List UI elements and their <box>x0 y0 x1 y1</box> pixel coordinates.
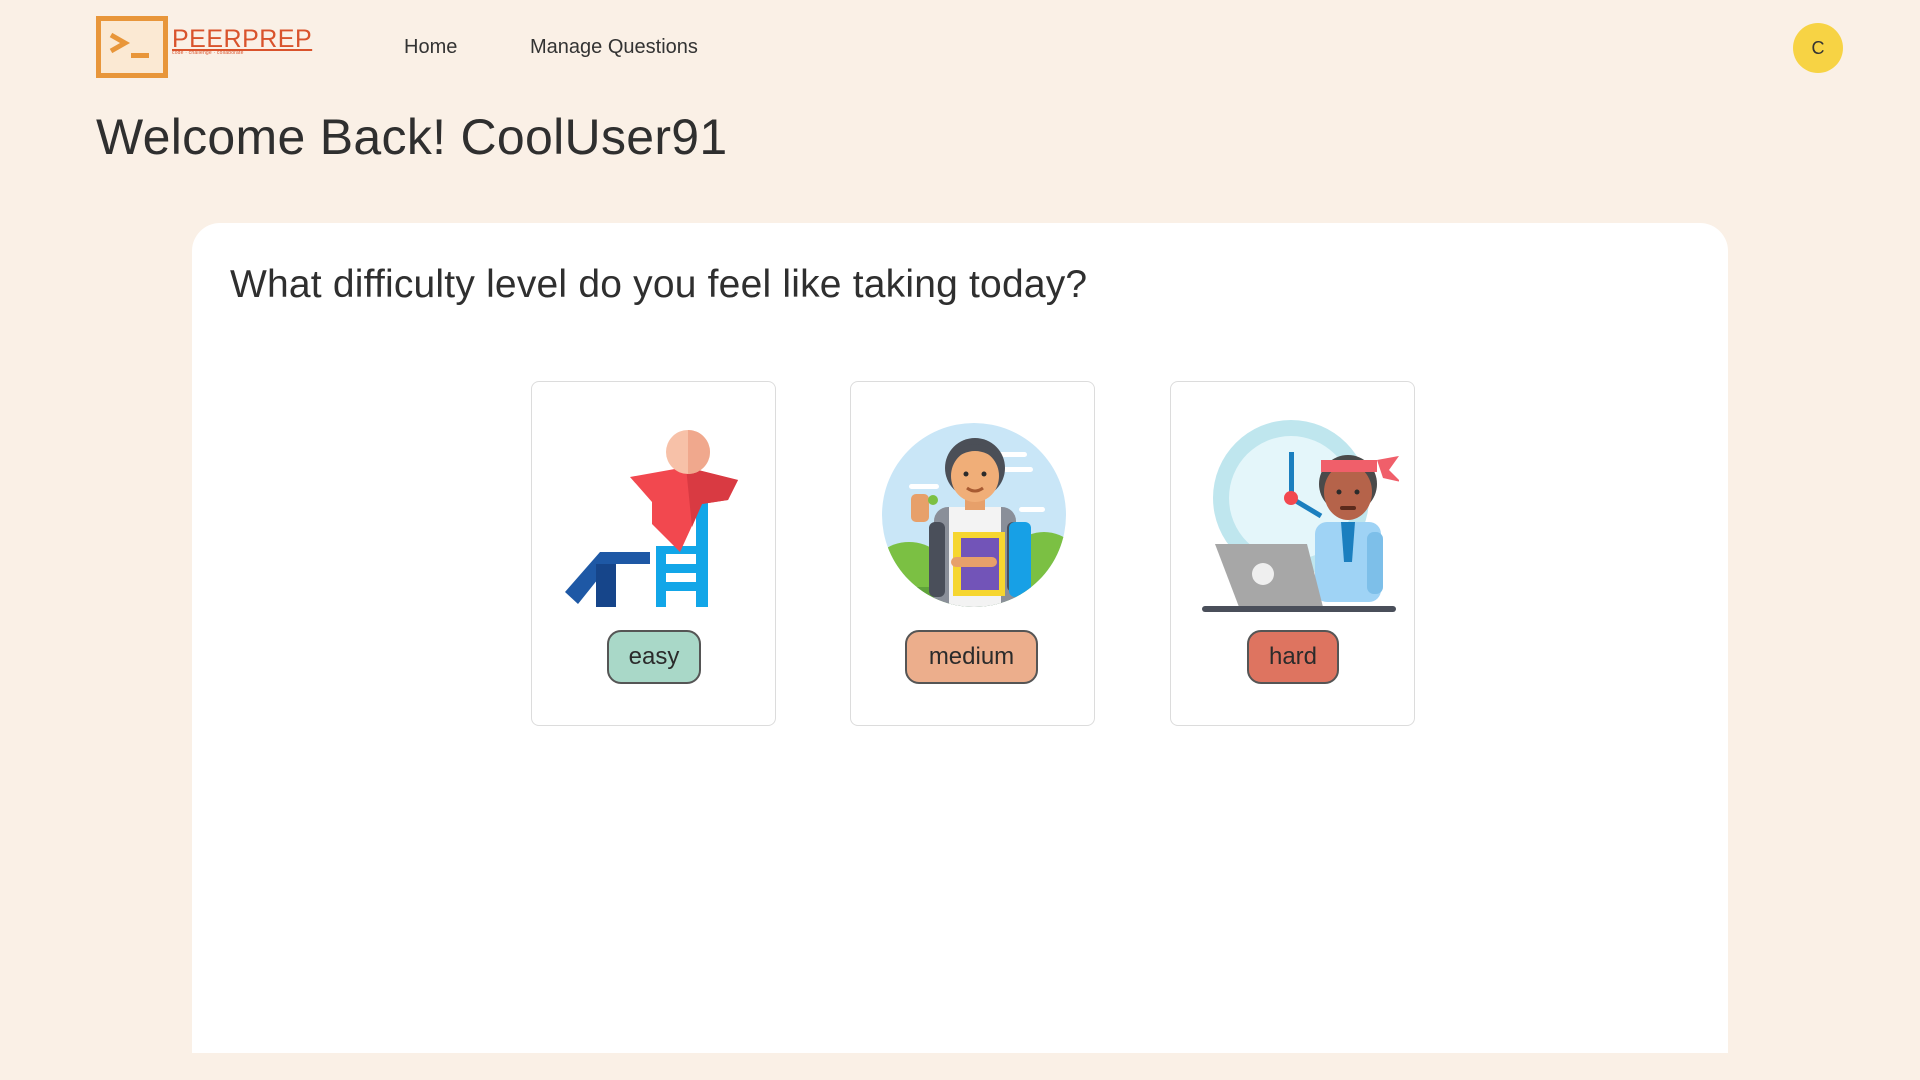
logo-wordmark: PEERPREP code · challenge · collaborate <box>172 26 312 56</box>
difficulty-question: What difficulty level do you feel like t… <box>230 263 1088 306</box>
logo-title: PEERPREP <box>172 25 313 53</box>
nav-manage-questions[interactable]: Manage Questions <box>530 36 698 59</box>
navbar: PEERPREP code · challenge · collaborate … <box>0 0 1920 96</box>
hard-button[interactable]: hard <box>1247 630 1339 684</box>
easy-button[interactable]: easy <box>607 630 701 684</box>
student-books-icon <box>882 423 1066 607</box>
difficulty-card-hard[interactable]: hard <box>1170 381 1415 726</box>
relaxed-person-chair-icon <box>565 430 738 607</box>
terminal-icon <box>96 16 168 78</box>
stressed-worker-clock-icon <box>1202 420 1399 612</box>
user-avatar[interactable]: C <box>1793 23 1843 73</box>
difficulty-card-medium[interactable]: medium <box>850 381 1095 726</box>
medium-button[interactable]: medium <box>905 630 1038 684</box>
welcome-heading: Welcome Back! CoolUser91 <box>96 109 728 165</box>
difficulty-card-easy[interactable]: easy <box>531 381 776 726</box>
peerprep-logo[interactable]: PEERPREP code · challenge · collaborate <box>96 16 312 78</box>
nav-home[interactable]: Home <box>404 36 457 59</box>
difficulty-panel: What difficulty level do you feel like t… <box>192 223 1728 1053</box>
